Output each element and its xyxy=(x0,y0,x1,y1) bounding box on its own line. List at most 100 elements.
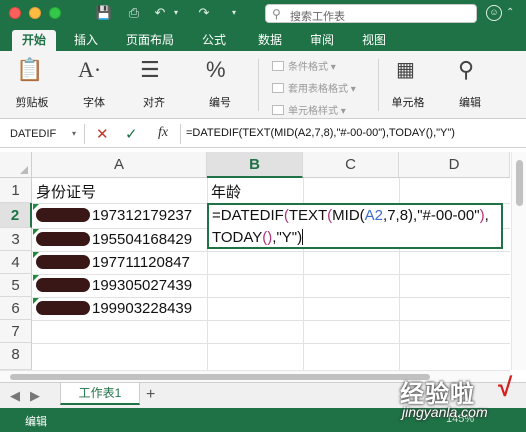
name-box[interactable]: DATEDIF xyxy=(4,125,80,143)
prev-sheet-icon[interactable]: ◀ xyxy=(10,388,20,404)
row-header-5[interactable]: 5 xyxy=(0,274,32,297)
row-header-7[interactable]: 7 xyxy=(0,320,32,343)
search-placeholder: 搜索工作表 xyxy=(290,11,345,23)
column-header-d[interactable]: D xyxy=(399,152,510,178)
formula-bar-divider xyxy=(180,124,181,144)
font-label: 字体 xyxy=(83,97,105,109)
align-group[interactable]: ☰ 对齐 xyxy=(126,51,182,119)
formula-input[interactable]: =DATEDIF(TEXT(MID(A2,7,8),"#-00-00"),TOD… xyxy=(186,127,455,139)
ribbon-divider xyxy=(258,59,259,111)
confirm-formula-icon[interactable]: ✓ xyxy=(125,125,138,143)
number-label: 编号 xyxy=(209,97,231,109)
sheet-grid[interactable]: A B C D 1 2 3 4 5 6 7 8 身份证号 年龄 19731217… xyxy=(0,152,510,370)
cell-style-button[interactable]: 单元格样式 ▾ xyxy=(272,102,346,117)
redaction-mark xyxy=(36,255,90,269)
minimize-window-button[interactable] xyxy=(29,7,41,19)
sheet-tab-bar: ◀ ▶ 工作表1 + xyxy=(0,382,526,408)
status-bar: 编辑 145% xyxy=(0,408,526,432)
add-sheet-button[interactable]: + xyxy=(146,386,155,404)
table-style-button[interactable]: 套用表格格式 ▾ xyxy=(272,80,356,95)
align-label: 对齐 xyxy=(143,97,165,109)
next-sheet-icon[interactable]: ▶ xyxy=(30,388,40,404)
cell-a6[interactable]: 199903228439 xyxy=(36,300,192,317)
redaction-mark xyxy=(36,278,90,292)
cell-a1[interactable]: 身份证号 xyxy=(36,181,96,202)
horizontal-scrollbar[interactable] xyxy=(0,370,510,382)
edit-group[interactable]: ⚲ 编辑 xyxy=(442,51,498,119)
tab-data[interactable]: 数据 xyxy=(250,30,290,51)
redo-icon[interactable]: ↷ xyxy=(195,5,213,21)
print-icon[interactable]: ⎙ xyxy=(125,5,143,21)
tab-home[interactable]: 开始 xyxy=(12,30,56,51)
row-header-2[interactable]: 2 xyxy=(0,203,32,228)
feedback-smiley-icon[interactable]: ☺ xyxy=(486,5,502,21)
collapse-ribbon-icon[interactable]: ⌃ xyxy=(506,7,514,18)
magnifier-icon: ⚲ xyxy=(458,57,475,82)
vertical-scroll-thumb[interactable] xyxy=(516,160,523,206)
text-cursor xyxy=(302,229,304,245)
grid-line xyxy=(32,251,510,252)
cell-a4[interactable]: 197711120847 xyxy=(36,254,190,271)
cell-b1[interactable]: 年龄 xyxy=(211,181,241,202)
insert-function-icon[interactable]: fx xyxy=(158,125,168,141)
zoom-window-button[interactable] xyxy=(49,7,61,19)
select-all-corner[interactable] xyxy=(0,152,32,178)
cell-a5[interactable]: 199305027439 xyxy=(36,277,192,294)
grid-line xyxy=(32,320,510,321)
tab-review[interactable]: 审阅 xyxy=(302,30,342,51)
ribbon-tabs: 开始 插入 页面布局 公式 数据 审阅 视图 xyxy=(0,27,526,51)
tab-view[interactable]: 视图 xyxy=(354,30,394,51)
ribbon-home: 📋 剪贴板 A· 字体 ☰ 对齐 % 编号 条件格式 ▾ 套用表格格式 ▾ 单元… xyxy=(0,51,526,119)
redaction-mark xyxy=(36,301,90,315)
search-icon: ⚲ xyxy=(272,7,281,21)
row-header-1[interactable]: 1 xyxy=(0,178,32,203)
edit-line-1: =DATEDIF(TEXT(MID(A2,7,8),"#-00-00"), xyxy=(212,207,489,224)
clipboard-icon: 📋 xyxy=(16,57,44,82)
number-group[interactable]: % 编号 xyxy=(192,51,248,119)
close-window-button[interactable] xyxy=(9,7,21,19)
redaction-mark xyxy=(36,232,90,246)
sheet-tab-1[interactable]: 工作表1 xyxy=(60,383,140,405)
title-bar: 💾 ⎙ ↶ ▾ ↷ ▾ ⚲ 搜索工作表 ☺ ⌃ xyxy=(0,0,526,27)
font-group[interactable]: A· 字体 xyxy=(66,51,122,119)
tab-formulas[interactable]: 公式 xyxy=(194,30,234,51)
conditional-format-button[interactable]: 条件格式 ▾ xyxy=(272,58,336,73)
row-header-3[interactable]: 3 xyxy=(0,228,32,251)
edit-line-2: TODAY(),"Y") xyxy=(212,229,304,246)
cell-a2[interactable]: 197312179237 xyxy=(36,207,192,224)
align-icon: ☰ xyxy=(140,57,160,82)
column-header-a[interactable]: A xyxy=(32,152,207,178)
column-header-c[interactable]: C xyxy=(303,152,399,178)
column-header-b[interactable]: B xyxy=(207,152,303,178)
formula-bar-divider xyxy=(84,124,85,144)
grid-line xyxy=(32,274,510,275)
ribbon-divider xyxy=(378,59,379,111)
row-header-8[interactable]: 8 xyxy=(0,343,32,370)
clipboard-label: 剪贴板 xyxy=(15,97,49,109)
clipboard-group[interactable]: 📋 剪贴板 xyxy=(4,51,60,119)
cells-group[interactable]: ▦ 单元格 xyxy=(380,51,436,119)
grid-line xyxy=(32,297,510,298)
customize-toolbar-icon[interactable]: ▾ xyxy=(225,5,243,21)
row-header-4[interactable]: 4 xyxy=(0,251,32,274)
horizontal-scroll-thumb[interactable] xyxy=(10,374,430,380)
percent-icon: % xyxy=(206,57,226,82)
cell-a3[interactable]: 195504168429 xyxy=(36,231,192,248)
grid-line xyxy=(32,343,510,344)
name-box-dropdown-icon[interactable]: ▾ xyxy=(72,129,76,138)
cells-label: 单元格 xyxy=(391,97,425,109)
edit-label: 编辑 xyxy=(459,97,481,109)
tab-page-layout[interactable]: 页面布局 xyxy=(116,30,184,51)
vertical-scrollbar[interactable] xyxy=(511,152,526,370)
save-icon[interactable]: 💾 xyxy=(95,5,113,21)
search-sheet-field[interactable]: ⚲ 搜索工作表 xyxy=(265,4,477,23)
zoom-level[interactable]: 145% xyxy=(446,413,474,425)
tab-insert[interactable]: 插入 xyxy=(66,30,106,51)
cells-icon: ▦ xyxy=(396,59,415,81)
status-mode: 编辑 xyxy=(25,416,47,428)
undo-dropdown-icon[interactable]: ▾ xyxy=(167,5,185,21)
row-header-6[interactable]: 6 xyxy=(0,297,32,320)
font-icon: A· xyxy=(78,57,102,82)
cell-b2-editor[interactable]: =DATEDIF(TEXT(MID(A2,7,8),"#-00-00"), TO… xyxy=(207,203,503,249)
cancel-formula-icon[interactable]: ✕ xyxy=(96,125,109,143)
